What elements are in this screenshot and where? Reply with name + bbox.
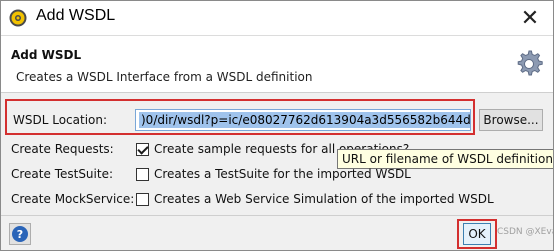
close-icon: ✕	[520, 5, 540, 31]
create-requests-label: Create Requests:	[11, 142, 114, 156]
footer-divider	[1, 215, 553, 216]
add-wsdl-dialog: Add WSDL ✕ Add WSDL Creates a WSDL Inter…	[0, 0, 554, 251]
create-mockservice-checkbox[interactable]	[136, 193, 149, 206]
create-testsuite-checkbox[interactable]	[136, 168, 149, 181]
wsdl-location-label: WSDL Location:	[13, 113, 108, 127]
create-testsuite-option[interactable]: Creates a TestSuite for the imported WSD…	[154, 167, 411, 181]
wsdl-location-tooltip: URL or filename of WSDL definition	[337, 149, 553, 169]
soapui-logo-icon	[9, 9, 27, 27]
window-title: Add WSDL	[36, 7, 116, 24]
create-testsuite-label: Create TestSuite:	[11, 167, 114, 181]
browse-button[interactable]: Browse...	[479, 109, 543, 131]
close-button[interactable]: ✕	[507, 1, 553, 35]
title-bar: Add WSDL ✕	[1, 1, 553, 35]
wsdl-location-value: )0/dir/wsdl?p=ic/e08027762d613904a3d5565…	[139, 112, 470, 128]
gear-icon	[517, 50, 543, 76]
create-mockservice-label: Create MockService:	[11, 192, 135, 206]
create-mockservice-option[interactable]: Creates a Web Service Simulation of the …	[154, 192, 494, 206]
dialog-header: Add WSDL Creates a WSDL Interface from a…	[1, 35, 553, 93]
create-requests-checkbox[interactable]	[136, 143, 149, 156]
help-button[interactable]: ?	[9, 223, 31, 245]
ok-button[interactable]: OK	[463, 223, 491, 245]
help-icon: ?	[12, 226, 28, 242]
header-title: Add WSDL	[11, 48, 82, 62]
header-description: Creates a WSDL Interface from a WSDL def…	[16, 70, 313, 84]
watermark: CSDN @XEvan	[497, 227, 553, 237]
wsdl-location-input[interactable]: )0/dir/wsdl?p=ic/e08027762d613904a3d5565…	[135, 109, 471, 131]
